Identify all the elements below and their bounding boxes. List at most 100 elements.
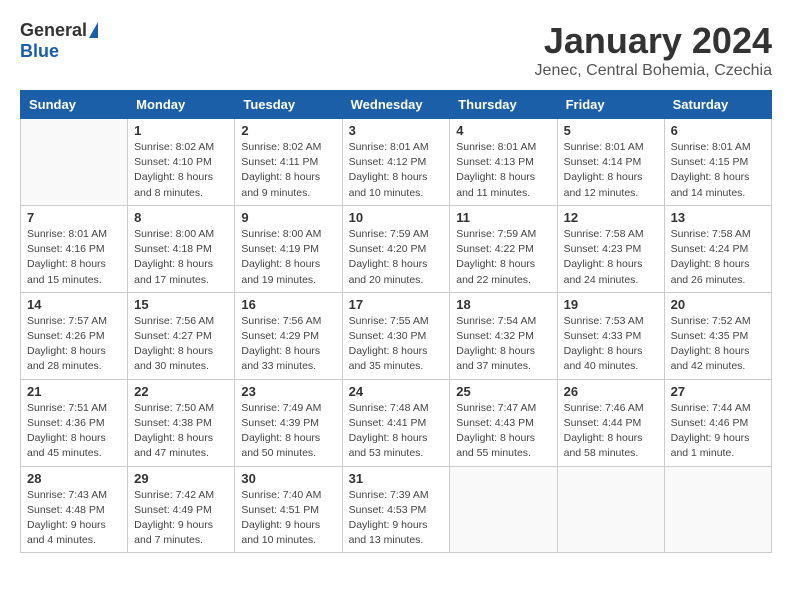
day-info: Sunrise: 7:55 AMSunset: 4:30 PMDaylight:… [349, 314, 444, 375]
week-row-2: 7 Sunrise: 8:01 AMSunset: 4:16 PMDaylight… [21, 205, 772, 292]
calendar-cell: 20 Sunrise: 7:52 AMSunset: 4:35 PMDayligh… [664, 292, 771, 379]
calendar-cell: 23Sunrise: 7:49 AMSunset: 4:39 PMDayligh… [235, 379, 342, 466]
day-info: Sunrise: 8:01 AMSunset: 4:15 PMDaylight:… [671, 140, 765, 201]
calendar-cell: 26Sunrise: 7:46 AMSunset: 4:44 PMDayligh… [557, 379, 664, 466]
day-number: 13 [671, 210, 765, 225]
calendar-cell: 6Sunrise: 8:01 AMSunset: 4:15 PMDaylight… [664, 119, 771, 206]
day-number: 20 [671, 297, 765, 312]
day-info: Sunrise: 8:01 AMSunset: 4:16 PMDaylight:… [27, 227, 121, 288]
week-row-4: 21 Sunrise: 7:51 AMSunset: 4:36 PMDayligh… [21, 379, 772, 466]
day-info: Sunrise: 7:58 AMSunset: 4:23 PMDaylight:… [564, 227, 658, 288]
calendar-cell: 15 Sunrise: 7:56 AMSunset: 4:27 PMDayligh… [128, 292, 235, 379]
day-number: 16 [241, 297, 335, 312]
day-info: Sunrise: 7:56 AMSunset: 4:27 PMDaylight:… [134, 314, 228, 375]
calendar-cell: 17 Sunrise: 7:55 AMSunset: 4:30 PMDayligh… [342, 292, 450, 379]
day-number: 10 [349, 210, 444, 225]
weekday-header-friday: Friday [557, 91, 664, 119]
day-number: 18 [456, 297, 550, 312]
day-number: 31 [349, 471, 444, 486]
day-number: 12 [564, 210, 658, 225]
day-info: Sunrise: 7:46 AMSunset: 4:44 PMDaylight:… [564, 401, 658, 462]
day-number: 11 [456, 210, 550, 225]
day-number: 30 [241, 471, 335, 486]
week-row-5: 28 Sunrise: 7:43 AMSunset: 4:48 PMDayligh… [21, 466, 772, 553]
calendar-cell: 11 Sunrise: 7:59 AMSunset: 4:22 PMDayligh… [450, 205, 557, 292]
calendar-table: SundayMondayTuesdayWednesdayThursdayFrid… [20, 90, 772, 553]
day-number: 25 [456, 384, 550, 399]
calendar-cell: 13 Sunrise: 7:58 AMSunset: 4:24 PMDayligh… [664, 205, 771, 292]
day-info: Sunrise: 7:59 AMSunset: 4:22 PMDaylight:… [456, 227, 550, 288]
calendar-cell [664, 466, 771, 553]
calendar-cell: 9 Sunrise: 8:00 AMSunset: 4:19 PMDaylight… [235, 205, 342, 292]
day-info: Sunrise: 8:01 AMSunset: 4:12 PMDaylight:… [349, 140, 444, 201]
day-info: Sunrise: 7:48 AMSunset: 4:41 PMDaylight:… [349, 401, 444, 462]
calendar-cell: 25 Sunrise: 7:47 AMSunset: 4:43 PMDayligh… [450, 379, 557, 466]
logo-general-text: General [20, 20, 87, 41]
day-info: Sunrise: 7:42 AMSunset: 4:49 PMDaylight:… [134, 488, 228, 549]
calendar-cell: 19Sunrise: 7:53 AMSunset: 4:33 PMDayligh… [557, 292, 664, 379]
calendar-cell: 2 Sunrise: 8:02 AMSunset: 4:11 PMDaylight… [235, 119, 342, 206]
day-number: 3 [349, 123, 444, 138]
day-number: 21 [27, 384, 121, 399]
calendar-cell: 18 Sunrise: 7:54 AMSunset: 4:32 PMDayligh… [450, 292, 557, 379]
calendar-cell: 28 Sunrise: 7:43 AMSunset: 4:48 PMDayligh… [21, 466, 128, 553]
day-info: Sunrise: 7:53 AMSunset: 4:33 PMDaylight:… [564, 314, 658, 375]
day-number: 28 [27, 471, 121, 486]
day-info: Sunrise: 7:52 AMSunset: 4:35 PMDaylight:… [671, 314, 765, 375]
logo-triangle-icon [89, 22, 98, 38]
day-info: Sunrise: 7:43 AMSunset: 4:48 PMDaylight:… [27, 488, 121, 549]
day-info: Sunrise: 8:00 AMSunset: 4:19 PMDaylight:… [241, 227, 335, 288]
calendar-header-row: SundayMondayTuesdayWednesdayThursdayFrid… [21, 91, 772, 119]
logo-blue-text: Blue [20, 41, 98, 62]
day-number: 4 [456, 123, 550, 138]
day-info: Sunrise: 7:57 AMSunset: 4:26 PMDaylight:… [27, 314, 121, 375]
calendar-cell: 29 Sunrise: 7:42 AMSunset: 4:49 PMDayligh… [128, 466, 235, 553]
day-number: 14 [27, 297, 121, 312]
calendar-cell: 21 Sunrise: 7:51 AMSunset: 4:36 PMDayligh… [21, 379, 128, 466]
calendar-cell: 24Sunrise: 7:48 AMSunset: 4:41 PMDayligh… [342, 379, 450, 466]
calendar-cell [21, 119, 128, 206]
calendar-cell [450, 466, 557, 553]
day-number: 2 [241, 123, 335, 138]
day-number: 17 [349, 297, 444, 312]
location-subtitle: Jenec, Central Bohemia, Czechia [535, 62, 772, 80]
day-info: Sunrise: 7:54 AMSunset: 4:32 PMDaylight:… [456, 314, 550, 375]
calendar-cell: 5 Sunrise: 8:01 AMSunset: 4:14 PMDaylight… [557, 119, 664, 206]
calendar-cell [557, 466, 664, 553]
month-title: January 2024 [535, 20, 772, 62]
day-number: 29 [134, 471, 228, 486]
day-info: Sunrise: 8:01 AMSunset: 4:13 PMDaylight:… [456, 140, 550, 201]
calendar-cell: 4 Sunrise: 8:01 AMSunset: 4:13 PMDaylight… [450, 119, 557, 206]
weekday-header-monday: Monday [128, 91, 235, 119]
calendar-cell: 8Sunrise: 8:00 AMSunset: 4:18 PMDaylight… [128, 205, 235, 292]
logo: General Blue [20, 20, 98, 62]
day-number: 9 [241, 210, 335, 225]
day-number: 23 [241, 384, 335, 399]
calendar-cell: 22 Sunrise: 7:50 AMSunset: 4:38 PMDayligh… [128, 379, 235, 466]
day-info: Sunrise: 7:47 AMSunset: 4:43 PMDaylight:… [456, 401, 550, 462]
day-info: Sunrise: 7:59 AMSunset: 4:20 PMDaylight:… [349, 227, 444, 288]
weekday-header-saturday: Saturday [664, 91, 771, 119]
day-info: Sunrise: 7:51 AMSunset: 4:36 PMDaylight:… [27, 401, 121, 462]
day-info: Sunrise: 7:58 AMSunset: 4:24 PMDaylight:… [671, 227, 765, 288]
day-number: 1 [134, 123, 228, 138]
weekday-header-tuesday: Tuesday [235, 91, 342, 119]
page-header: General Blue January 2024 Jenec, Central… [20, 20, 772, 80]
day-number: 5 [564, 123, 658, 138]
week-row-3: 14 Sunrise: 7:57 AMSunset: 4:26 PMDayligh… [21, 292, 772, 379]
day-info: Sunrise: 7:39 AMSunset: 4:53 PMDaylight:… [349, 488, 444, 549]
day-info: Sunrise: 8:02 AMSunset: 4:10 PMDaylight:… [134, 140, 228, 201]
day-info: Sunrise: 8:00 AMSunset: 4:18 PMDaylight:… [134, 227, 228, 288]
calendar-cell: 16Sunrise: 7:56 AMSunset: 4:29 PMDayligh… [235, 292, 342, 379]
day-info: Sunrise: 8:02 AMSunset: 4:11 PMDaylight:… [241, 140, 335, 201]
day-info: Sunrise: 7:50 AMSunset: 4:38 PMDaylight:… [134, 401, 228, 462]
day-number: 15 [134, 297, 228, 312]
calendar-cell: 31 Sunrise: 7:39 AMSunset: 4:53 PMDayligh… [342, 466, 450, 553]
calendar-cell: 14 Sunrise: 7:57 AMSunset: 4:26 PMDayligh… [21, 292, 128, 379]
calendar-cell: 7 Sunrise: 8:01 AMSunset: 4:16 PMDaylight… [21, 205, 128, 292]
weekday-header-thursday: Thursday [450, 91, 557, 119]
day-number: 7 [27, 210, 121, 225]
day-info: Sunrise: 8:01 AMSunset: 4:14 PMDaylight:… [564, 140, 658, 201]
calendar-cell: 10 Sunrise: 7:59 AMSunset: 4:20 PMDayligh… [342, 205, 450, 292]
day-number: 22 [134, 384, 228, 399]
